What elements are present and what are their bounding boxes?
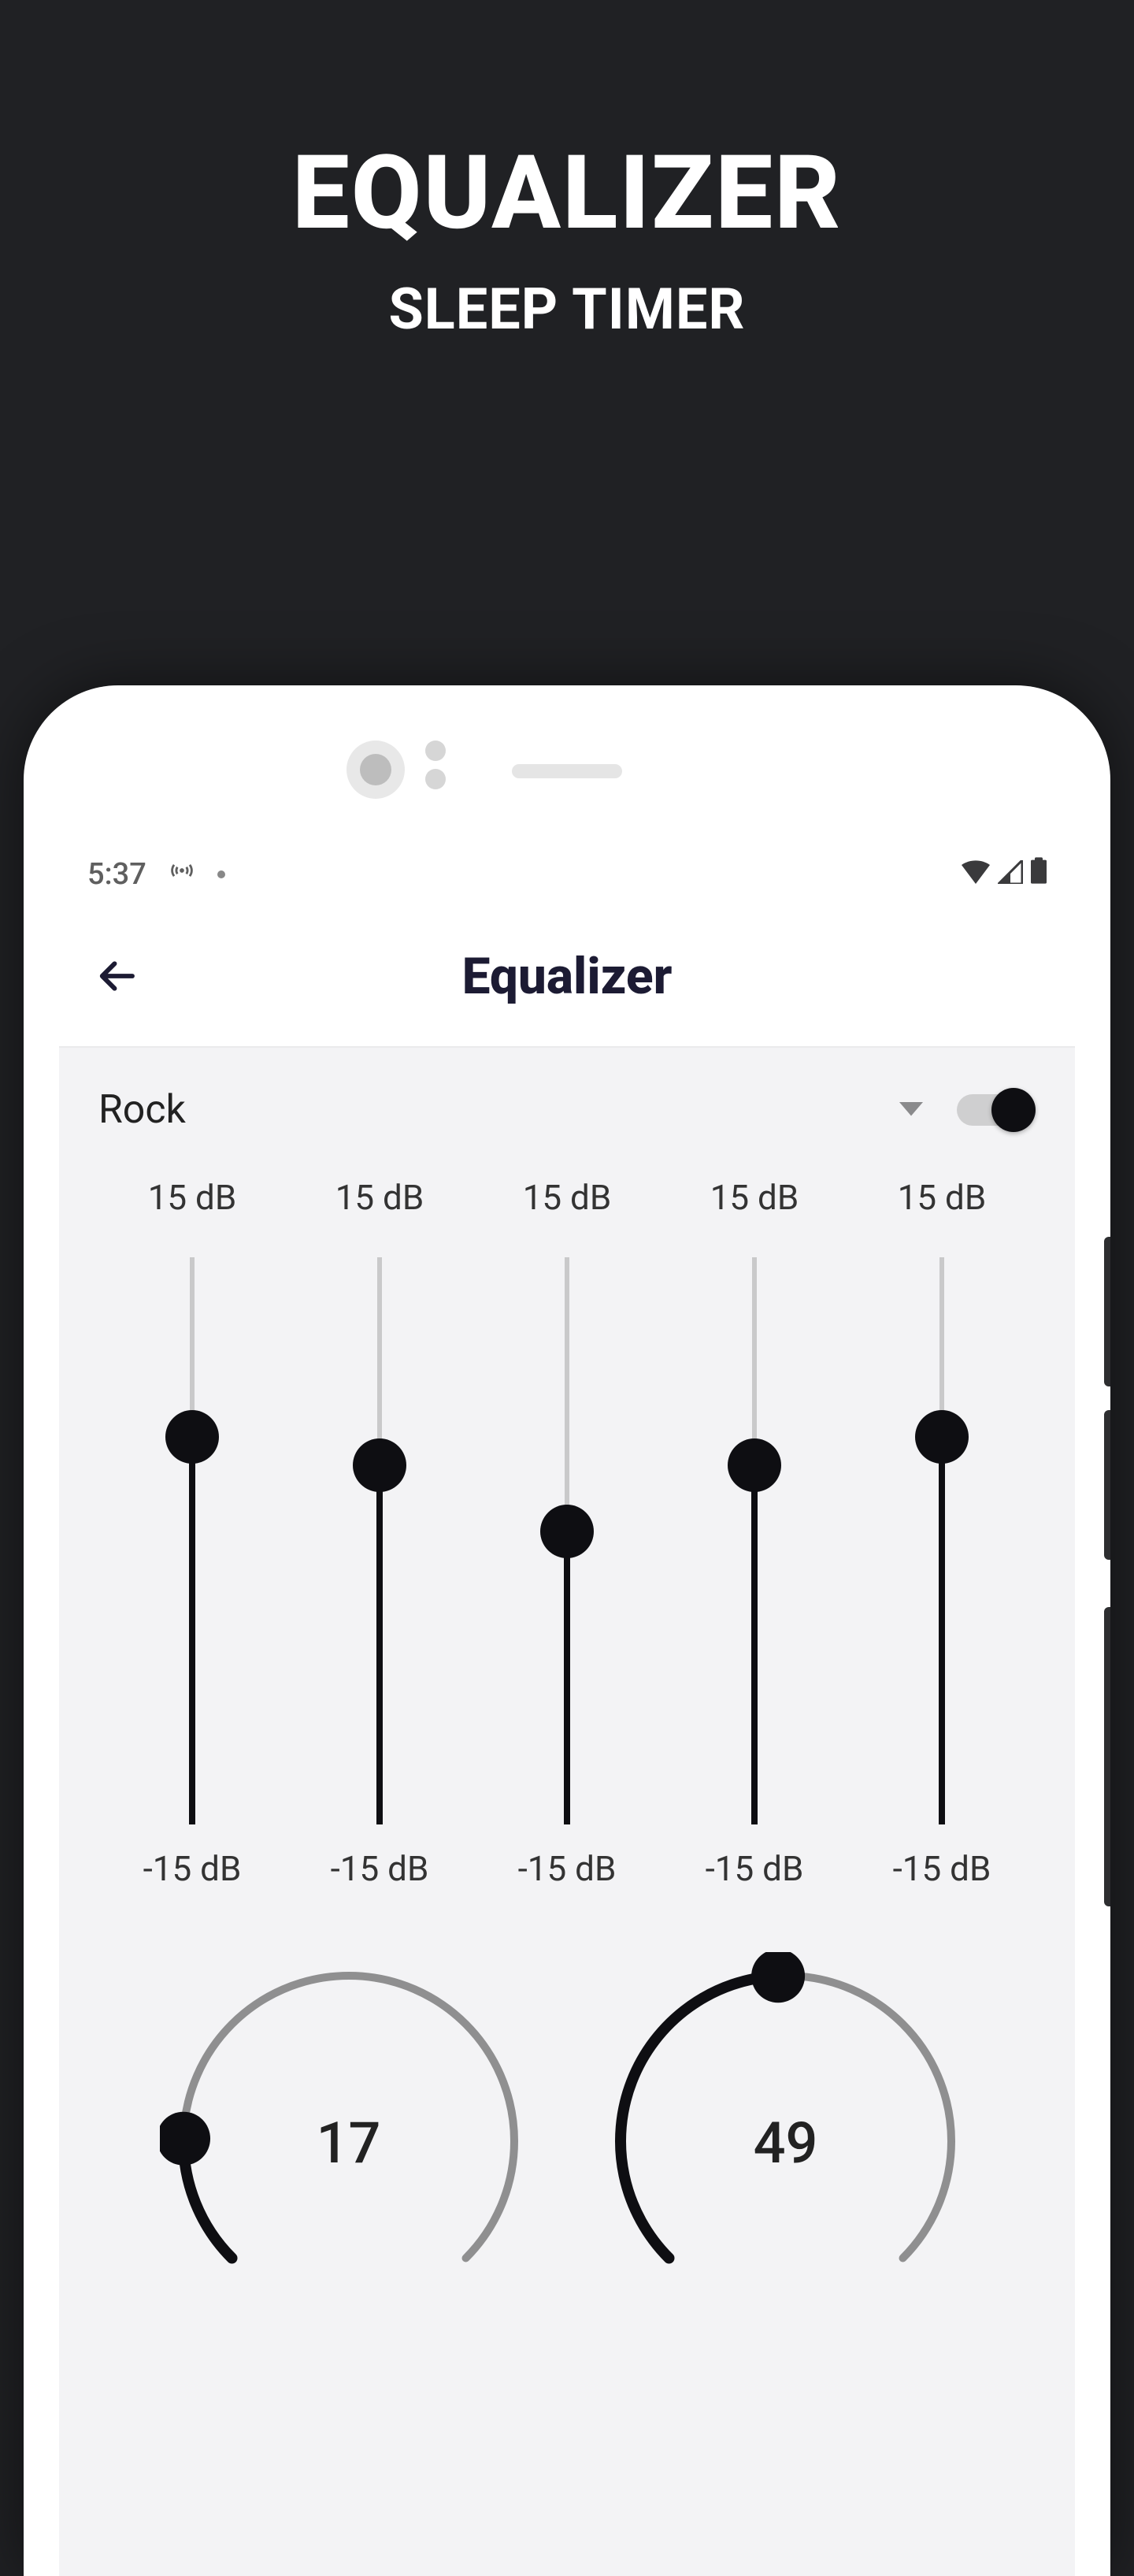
band-top-db-label: 15 dB	[133, 1177, 251, 1218]
slider-track-upper	[377, 1257, 382, 1465]
speaker-slot-icon	[512, 764, 622, 778]
slider-track-lower	[751, 1465, 758, 1824]
dial-value-label: 17	[160, 2110, 538, 2177]
equalizer-toggle[interactable]	[957, 1088, 1036, 1132]
app-header: Equalizer	[59, 906, 1075, 1048]
slider-thumb[interactable]	[915, 1410, 969, 1464]
phone-screen: 5:37	[59, 843, 1075, 2576]
eq-sliders	[98, 1257, 1036, 1824]
preset-selected-label: Rock	[98, 1087, 186, 1133]
bottom-db-row: -15 dB -15 dB -15 dB -15 dB -15 dB	[98, 1848, 1036, 1889]
status-dot-icon	[217, 870, 225, 878]
top-db-row: 15 dB 15 dB 15 dB 15 dB 15 dB	[98, 1177, 1036, 1218]
slider-thumb[interactable]	[353, 1438, 406, 1492]
band-top-db-label: 15 dB	[695, 1177, 813, 1218]
camera-icon	[346, 741, 405, 799]
dial-value-label: 49	[597, 2110, 975, 2177]
header-title: Equalizer	[59, 947, 1075, 1006]
eq-band-slider[interactable]	[133, 1257, 251, 1824]
wifi-icon	[962, 857, 990, 892]
promo-subtitle: SLEEP TIMER	[0, 276, 1134, 343]
band-bottom-db-label: -15 dB	[133, 1848, 251, 1889]
cell-icon	[998, 857, 1023, 892]
phone-frame: 5:37	[24, 685, 1110, 2576]
dial-row: 17 49	[98, 1952, 1036, 2299]
promo-title: EQUALIZER	[0, 142, 1134, 244]
dial-right[interactable]: 49	[597, 1952, 975, 2299]
sensor-dots-icon	[425, 741, 449, 789]
phone-hardware-top	[24, 685, 1110, 788]
broadcast-icon	[169, 857, 195, 892]
dial-thumb[interactable]	[751, 1952, 805, 2003]
battery-icon	[1031, 857, 1047, 892]
toggle-thumb	[991, 1088, 1036, 1132]
slider-thumb[interactable]	[540, 1505, 594, 1558]
slider-thumb[interactable]	[165, 1410, 219, 1464]
band-bottom-db-label: -15 dB	[508, 1848, 626, 1889]
band-bottom-db-label: -15 dB	[695, 1848, 813, 1889]
band-bottom-db-label: -15 dB	[883, 1848, 1001, 1889]
slider-track-upper	[565, 1257, 569, 1531]
slider-track-lower	[189, 1437, 195, 1824]
eq-band-slider[interactable]	[321, 1257, 439, 1824]
band-bottom-db-label: -15 dB	[321, 1848, 439, 1889]
slider-track-upper	[752, 1257, 757, 1465]
dial-left[interactable]: 17	[160, 1952, 538, 2299]
arrow-left-icon	[97, 955, 139, 997]
slider-thumb[interactable]	[728, 1438, 781, 1492]
status-time: 5:37	[87, 857, 146, 892]
slider-track-lower	[376, 1465, 383, 1824]
equalizer-content: Rock 15 dB 15 dB 15 dB 15 dB 15 dB	[59, 1048, 1075, 2299]
eq-band-slider[interactable]	[695, 1257, 813, 1824]
band-top-db-label: 15 dB	[321, 1177, 439, 1218]
eq-band-slider[interactable]	[883, 1257, 1001, 1824]
device-side-button	[1104, 1607, 1110, 1906]
eq-band-slider[interactable]	[508, 1257, 626, 1824]
device-side-button	[1104, 1410, 1110, 1560]
status-bar: 5:37	[59, 843, 1075, 906]
slider-track-lower	[564, 1531, 570, 1824]
chevron-down-icon[interactable]	[897, 1096, 925, 1124]
device-side-button	[1104, 1237, 1110, 1386]
back-button[interactable]	[91, 948, 146, 1004]
band-top-db-label: 15 dB	[508, 1177, 626, 1218]
preset-row: Rock	[98, 1067, 1036, 1153]
band-top-db-label: 15 dB	[883, 1177, 1001, 1218]
preset-dropdown[interactable]: Rock	[98, 1087, 186, 1133]
slider-track-lower	[939, 1437, 945, 1824]
